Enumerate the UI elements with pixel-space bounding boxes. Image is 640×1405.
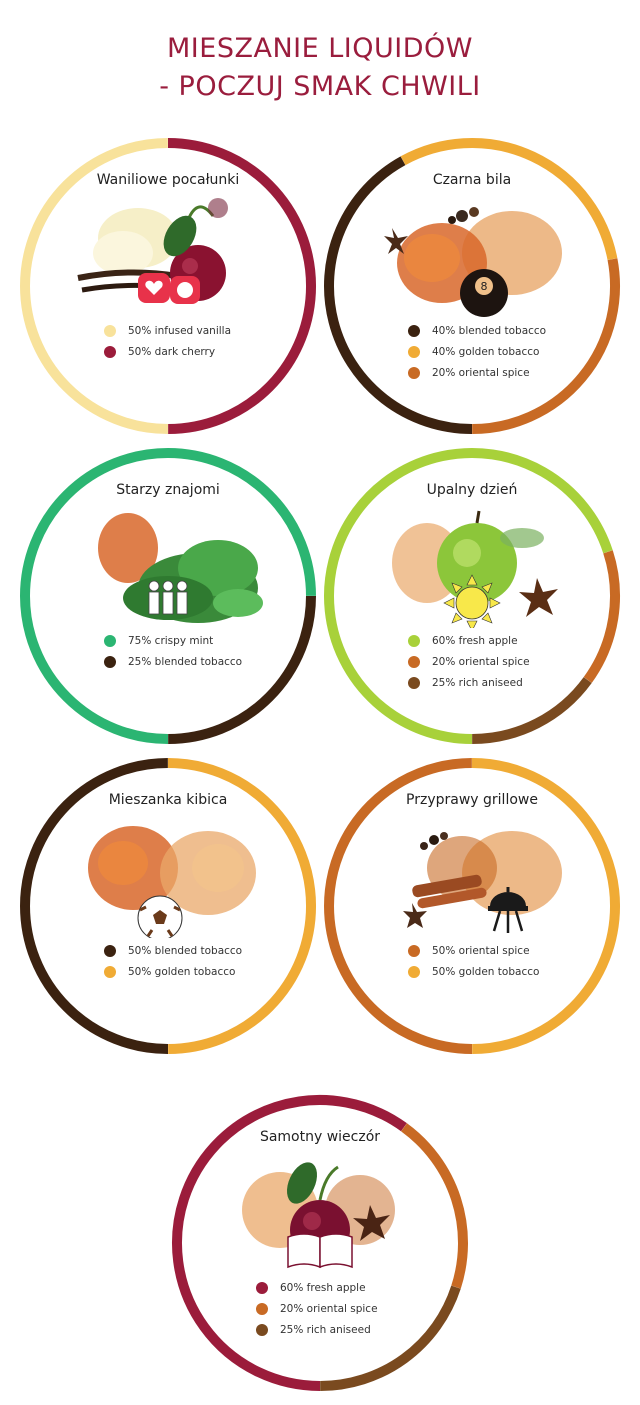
ingredient-row: 40% golden tobacco [408, 341, 598, 362]
ingredient-dot [408, 634, 420, 647]
ingredient-label: 40% golden tobacco [432, 345, 540, 358]
ingredient-dot [256, 1302, 268, 1315]
ingredient-dot [104, 324, 116, 337]
ingredient-dot [408, 965, 420, 978]
ingredient-row: 25% rich aniseed [256, 1319, 446, 1340]
blend-name: Starzy znajomi [116, 482, 220, 498]
blend-name: Czarna bila [432, 172, 512, 188]
blend-card-starzy-znajomi: Starzy znajomi 75% crispy mint 25% blend… [18, 446, 318, 746]
ingredient-row: 50% infused vanilla [104, 320, 294, 341]
ingredient-label: 50% golden tobacco [432, 965, 540, 978]
ingredient-row: 20% oriental spice [256, 1298, 446, 1319]
blend-name: Przyprawy grillowe [406, 792, 538, 808]
ingredient-row: 50% oriental spice [408, 940, 598, 961]
book-icon [242, 1162, 395, 1269]
title-line-2: - POCZUJ SMAK CHWILI [159, 71, 481, 102]
ingredient-dot [256, 1323, 268, 1336]
ingredient-dot [408, 944, 420, 957]
ingredient-row: 20% oriental spice [408, 362, 598, 383]
ingredient-dot [256, 1281, 268, 1294]
blend-card-mieszanka-kibica: Mieszanka kibica 50% blended tobacco 50%… [18, 756, 318, 1056]
blend-card-samotny-wieczor: Samotny wieczór 60% fresh apple 20% orie… [170, 1093, 470, 1393]
ingredient-label: 25% blended tobacco [128, 655, 243, 668]
ingredient-row: 50% golden tobacco [104, 961, 294, 982]
ingredient-row: 40% blended tobacco [408, 320, 598, 341]
blend-card-czarna-bila: Czarna bila 8 40% blended tobacco 40% go… [322, 136, 622, 436]
ingredient-label: 50% infused vanilla [128, 324, 232, 337]
ingredient-row: 20% oriental spice [408, 651, 598, 672]
blend-legend: 60% fresh apple 20% oriental spice 25% r… [256, 1277, 446, 1340]
eight-ball-icon: 8 [384, 207, 562, 317]
ingredient-row: 60% fresh apple [408, 630, 598, 651]
ingredient-dot [104, 345, 116, 358]
ingredient-label: 20% oriental spice [280, 1302, 378, 1315]
ingredient-dot [104, 634, 116, 647]
title-line-1: MIESZANIE LIQUIDÓW [167, 33, 473, 64]
ingredient-label: 75% crispy mint [128, 634, 214, 647]
grill-icon [403, 831, 562, 933]
svg-text:8: 8 [481, 280, 488, 293]
ingredient-label: 60% fresh apple [432, 634, 518, 647]
ingredient-label: 25% rich aniseed [280, 1323, 371, 1336]
blend-name: Samotny wieczór [259, 1129, 381, 1145]
ingredient-row: 50% dark cherry [104, 341, 294, 362]
blend-legend: 50% infused vanilla 50% dark cherry [104, 320, 294, 362]
blend-legend: 75% crispy mint 25% blended tobacco [104, 630, 294, 672]
ingredient-row: 25% rich aniseed [408, 672, 598, 693]
ingredient-label: 60% fresh apple [280, 1281, 366, 1294]
ingredient-dot [104, 965, 116, 978]
soccer-ball-icon [88, 826, 256, 938]
ingredient-label: 20% oriental spice [432, 366, 530, 379]
ingredient-row: 75% crispy mint [104, 630, 294, 651]
ingredient-label: 50% golden tobacco [128, 965, 236, 978]
ingredient-dot [408, 676, 420, 689]
ingredient-dot [408, 345, 420, 358]
blend-legend: 60% fresh apple 20% oriental spice 25% r… [408, 630, 598, 693]
ingredient-dot [408, 655, 420, 668]
blend-card-waniliowe: Waniliowe pocałunki 50% infused vanilla … [18, 136, 318, 436]
blend-card-upalny-dzien: Upalny dzień 60% fresh apple 20% orienta… [322, 446, 622, 746]
friends-icon [98, 513, 263, 623]
ingredient-label: 50% dark cherry [128, 345, 216, 358]
ingredient-row: 60% fresh apple [256, 1277, 446, 1298]
ingredient-label: 40% blended tobacco [432, 324, 547, 337]
hearts-icon [77, 198, 228, 304]
blend-legend: 40% blended tobacco 40% golden tobacco 2… [408, 320, 598, 383]
ingredient-row: 50% blended tobacco [104, 940, 294, 961]
ingredient-dot [104, 655, 116, 668]
ingredient-label: 25% rich aniseed [432, 676, 523, 689]
ingredient-dot [104, 944, 116, 957]
ingredient-dot [408, 324, 420, 337]
sun-icon [392, 510, 558, 628]
blend-card-przyprawy-grillowe: Przyprawy grillowe 50% oriental spice 50… [322, 756, 622, 1056]
ingredient-label: 20% oriental spice [432, 655, 530, 668]
page-title: MIESZANIE LIQUIDÓW - POCZUJ SMAK CHWILI [0, 30, 640, 106]
blend-name: Upalny dzień [426, 482, 518, 498]
ingredient-label: 50% blended tobacco [128, 944, 243, 957]
blend-legend: 50% oriental spice 50% golden tobacco [408, 940, 598, 982]
blend-name: Mieszanka kibica [108, 792, 228, 808]
ingredient-row: 25% blended tobacco [104, 651, 294, 672]
ingredient-label: 50% oriental spice [432, 944, 530, 957]
blend-legend: 50% blended tobacco 50% golden tobacco [104, 940, 294, 982]
ingredient-dot [408, 366, 420, 379]
blend-name: Waniliowe pocałunki [96, 172, 240, 188]
ingredient-row: 50% golden tobacco [408, 961, 598, 982]
